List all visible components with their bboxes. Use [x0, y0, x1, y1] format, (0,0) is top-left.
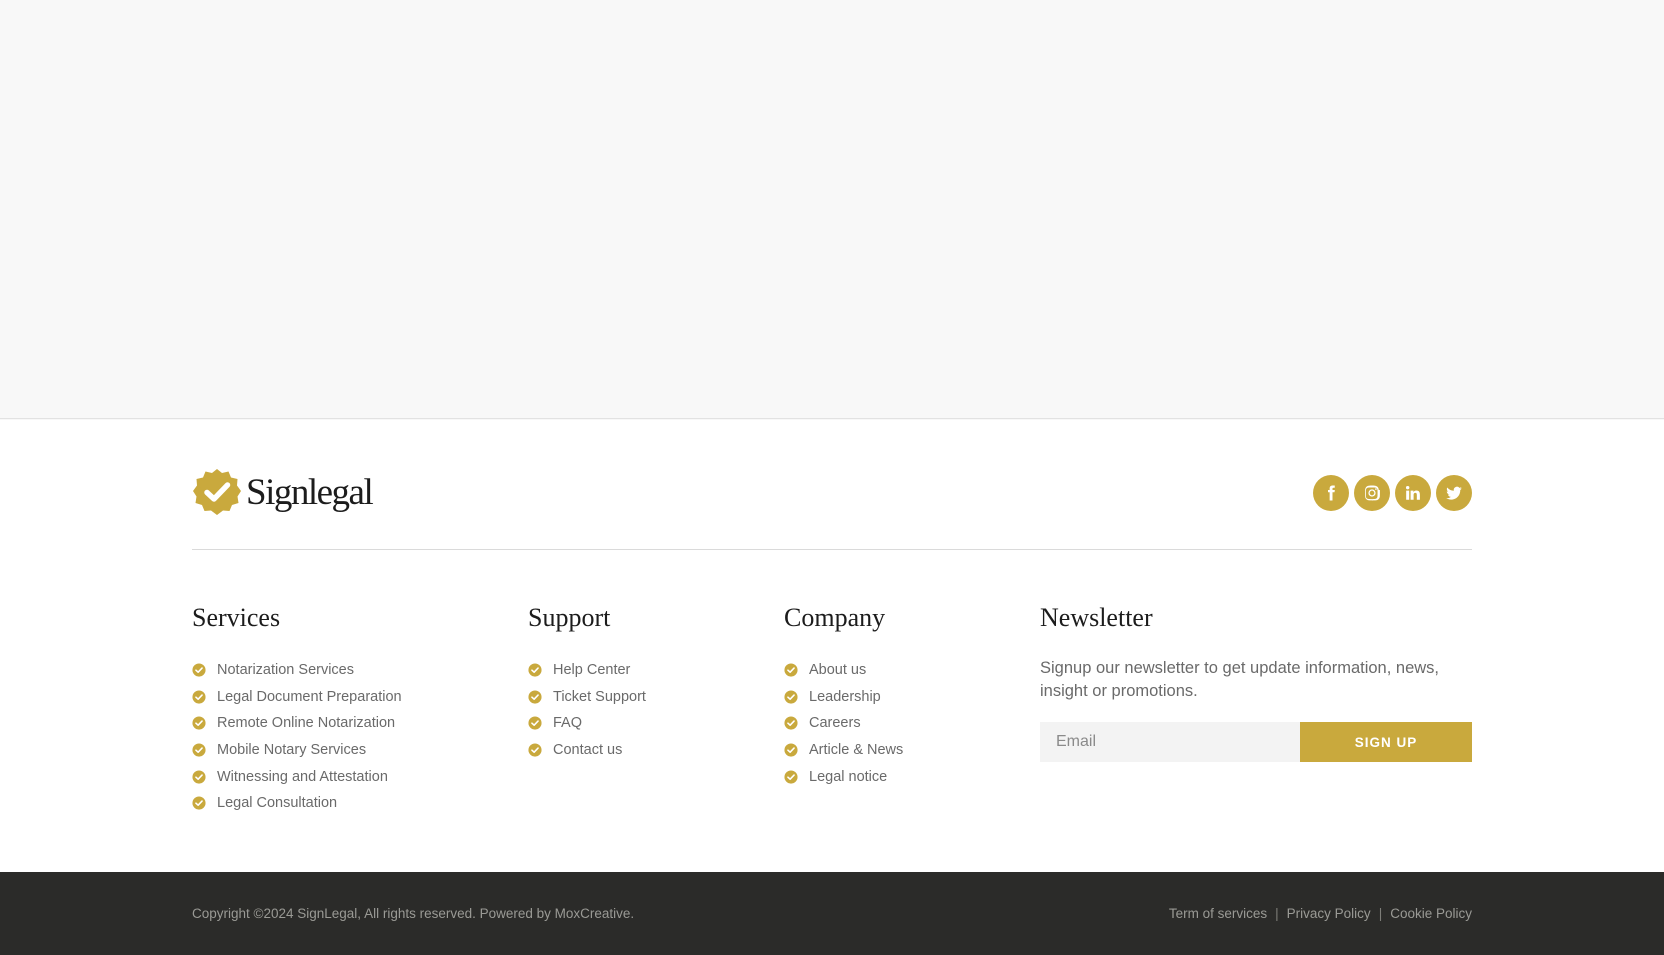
newsletter-form: SIGN UP [1040, 722, 1472, 762]
facebook-button[interactable] [1313, 475, 1349, 511]
list-item-label: Notarization Services [217, 662, 354, 679]
footer-brand-row: Signlegal [192, 468, 1472, 518]
list-item-label: Leadership [809, 688, 881, 705]
support-list: Help Center Ticket Support FAQ Contact u… [528, 657, 646, 763]
list-item-label: Help Center [553, 662, 631, 679]
newsletter-column: Newsletter Signup our newsletter to get … [1040, 598, 1472, 762]
copyright-text: Copyright ©2024 SignLegal, All rights re… [192, 906, 635, 921]
list-item[interactable]: Witnessing and Attestation [192, 763, 402, 790]
check-circle-icon [784, 663, 798, 677]
terms-of-service-link[interactable]: Term of services [1169, 906, 1267, 921]
list-item[interactable]: Careers [784, 710, 903, 737]
list-item[interactable]: Contact us [528, 737, 646, 764]
list-item-label: Legal Consultation [217, 795, 338, 812]
company-list: About us Leadership Careers Article & Ne… [784, 657, 903, 790]
instagram-button[interactable] [1354, 475, 1390, 511]
list-item-label: Ticket Support [553, 688, 646, 705]
social-links [1313, 475, 1472, 511]
link-separator: | [1378, 906, 1383, 921]
list-item[interactable]: Help Center [528, 657, 646, 684]
list-item[interactable]: FAQ [528, 710, 646, 737]
check-circle-icon [192, 743, 206, 757]
check-circle-icon [528, 663, 542, 677]
footer-divider [192, 549, 1472, 550]
check-circle-icon [784, 743, 798, 757]
sign-up-button[interactable]: SIGN UP [1300, 722, 1472, 762]
newsletter-heading: Newsletter [1040, 603, 1153, 632]
support-column: Support Help Center Ticket Support FAQ C… [528, 598, 646, 763]
logo[interactable]: Signlegal [192, 468, 374, 518]
list-item[interactable]: Ticket Support [528, 684, 646, 711]
list-item[interactable]: About us [784, 657, 903, 684]
list-item-label: About us [809, 662, 867, 679]
twitter-icon [1446, 486, 1462, 500]
list-item-label: Careers [809, 715, 861, 732]
check-circle-icon [192, 716, 206, 731]
newsletter-description: Signup our newsletter to get update info… [1040, 659, 1439, 700]
support-heading: Support [528, 603, 611, 632]
list-item[interactable]: Legal Consultation [192, 790, 402, 817]
list-item-label: Mobile Notary Services [217, 742, 367, 759]
list-item[interactable]: Article & News [784, 737, 903, 764]
linkedin-icon [1405, 485, 1420, 500]
list-item-label: Contact us [553, 742, 623, 759]
list-item-label: Remote Online Notarization [217, 715, 396, 732]
check-circle-icon [192, 663, 206, 677]
bottom-bar: Copyright ©2024 SignLegal, All rights re… [0, 872, 1664, 955]
list-item[interactable]: Legal Document Preparation [192, 684, 402, 711]
check-circle-icon [784, 770, 798, 784]
cookie-policy-link[interactable]: Cookie Policy [1390, 906, 1472, 921]
list-item-label: FAQ [553, 715, 583, 732]
site-footer: Signlegal Services Notarization Services… [0, 420, 1664, 872]
check-circle-icon [192, 770, 206, 784]
check-circle-icon [784, 716, 798, 731]
badge-check-icon [193, 469, 241, 515]
services-list: Notarization Services Legal Document Pre… [192, 657, 402, 817]
check-circle-icon [528, 690, 542, 704]
check-circle-icon [528, 743, 542, 757]
link-separator: | [1275, 906, 1279, 921]
list-item-label: Legal notice [809, 768, 888, 785]
privacy-policy-link[interactable]: Privacy Policy [1287, 906, 1371, 921]
legal-links: Term of services | Privacy Policy | Cook… [1169, 906, 1472, 921]
list-item[interactable]: Notarization Services [192, 657, 402, 684]
hero-placeholder-area [0, 0, 1664, 419]
company-heading: Company [784, 603, 886, 632]
list-item[interactable]: Remote Online Notarization [192, 710, 402, 737]
services-heading: Services [192, 603, 281, 632]
check-circle-icon [784, 690, 798, 704]
company-column: Company About us Leadership Careers Arti… [784, 598, 903, 790]
twitter-button[interactable] [1436, 475, 1472, 511]
list-item-label: Legal Document Preparation [217, 688, 402, 705]
instagram-icon [1365, 485, 1380, 501]
check-circle-icon [528, 716, 542, 731]
facebook-icon [1328, 485, 1335, 501]
services-column: Services Notarization Services Legal Doc… [192, 598, 402, 817]
list-item[interactable]: Legal notice [784, 763, 903, 790]
list-item-label: Article & News [809, 742, 904, 759]
email-input[interactable] [1040, 722, 1300, 762]
list-item[interactable]: Leadership [784, 684, 903, 711]
check-circle-icon [192, 796, 206, 810]
list-item[interactable]: Mobile Notary Services [192, 737, 402, 764]
check-circle-icon [192, 690, 206, 704]
logo-wordmark: Signlegal [246, 472, 374, 513]
linkedin-button[interactable] [1395, 475, 1431, 511]
list-item-label: Witnessing and Attestation [217, 768, 388, 785]
